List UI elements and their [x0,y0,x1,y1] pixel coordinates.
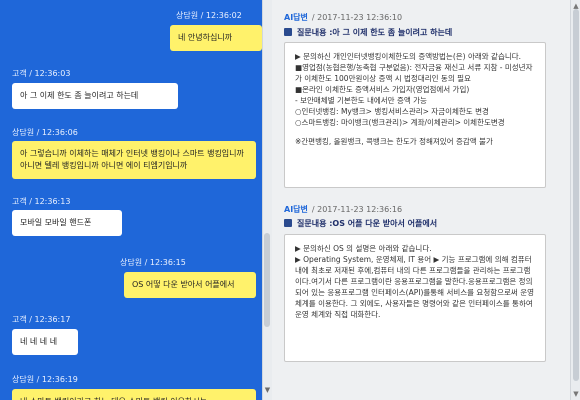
message-meta: 상담원 / 12:36:02 [176,11,242,20]
chat-message-list: 상담원 / 12:36:02 네 안녕하십니까 고객 / 12:36:03 아 … [0,0,262,400]
answer-line: - 보안매체별 기본한도 내에서만 증액 가능 [295,96,427,105]
answer-line: ■온라인 이체한도 증액서비스 가입자(영업점에서 가입) [295,85,470,94]
answer-line: ※간편뱅킹, 올원뱅크, 콕뱅크는 한도가 정해져있어 증감액 불가 [295,137,493,146]
message-meta: 고객 / 12:36:03 [12,69,71,78]
ai-pane-scrollbar[interactable]: ▲ ▼ [570,0,580,400]
message-meta: 고객 / 12:36:13 [12,197,71,206]
answer-line: ▶ Operating System, 운영체제, IT 용어 ▶ 기능 프로그… [295,255,535,319]
ai-question-text: 질문내용 :OS 어플 다운 받아서 어플에서 [297,219,438,228]
question-icon [284,28,292,36]
ai-question-text: 질문내용 :아 그 이제 한도 좀 늘이려고 하는데 [297,28,453,37]
message-meta: 상담원 / 12:36:19 [12,375,78,384]
answer-line: ■영업점(농협은행/농축협 구분없음): 전자금융 재신고 서류 지참 - 미성… [295,63,533,83]
chat-transcript-pane[interactable]: 상담원 / 12:36:02 네 안녕하십니까 고객 / 12:36:03 아 … [0,0,262,400]
message-meta: 상담원 / 12:36:06 [12,128,78,137]
ai-answer-box: ▶ 문의하신 개인인터넷뱅킹이체한도의 증액방법는(은) 아래와 같습니다. ■… [284,42,546,188]
customer-message-bubble: 네 네 네 네 [12,329,78,355]
question-icon [284,219,292,227]
ai-question-line: 질문내용 :OS 어플 다운 받아서 어플에서 [284,218,437,229]
answer-line: ○스마트뱅킹: 마이뱅크(뱅크관리)> 계좌/이체관리> 이체한도변경 [295,118,505,127]
chat-scrollbar[interactable]: ▼ [262,0,272,400]
agent-message-bubble: 네 안녕하십니까 [170,25,262,51]
ai-answer-box: ▶ 문의하신 OS 의 설명은 아래와 같습니다. ▶ Operating Sy… [284,234,546,362]
ai-question-line: 질문내용 :아 그 이제 한도 좀 늘이려고 하는데 [284,27,452,38]
message-meta: 상담원 / 12:36:15 [120,258,186,267]
ai-pane-scrollbar-thumb[interactable] [573,9,579,381]
agent-message-bubble: 네 스마트 뱅킹이라고 하노 데요 스마트 뱅킹 이요하시는 [12,389,256,400]
agent-message-bubble: OS 어떻 다운 받아서 어플에서 [124,272,256,298]
customer-message-bubble: 아 그 이제 한도 좀 늘이려고 하는데 [12,83,178,109]
agent-message-bubble: 아 그렇습니까 이체하는 매체가 인터넷 뱅킹이나 스마트 뱅킹입니까 아니면 … [12,141,256,179]
answer-line: ▶ 문의하신 OS 의 설명은 아래와 같습니다. [295,244,432,253]
chat-window: 상담원 / 12:36:02 네 안녕하십니까 고객 / 12:36:03 아 … [0,0,580,400]
scroll-down-arrow-icon[interactable]: ▼ [571,390,580,398]
scroll-down-arrow-icon[interactable]: ▼ [263,386,272,394]
ai-answer-timestamp: / 2017-11-23 12:36:16 [311,205,403,214]
ai-answer-header: AI답변/ 2017-11-23 12:36:16 [284,204,402,215]
answer-line: ○인터넷뱅킹: My뱅크> 뱅킹서비스관리> 자금이체한도 변경 [295,107,489,116]
answer-line: ▶ 문의하신 개인인터넷뱅킹이체한도의 증액방법는(은) 아래와 같습니다. [295,52,522,61]
message-meta: 고객 / 12:36:17 [12,315,71,324]
ai-answer-pane[interactable]: AI답변/ 2017-11-23 12:36:10 질문내용 :아 그 이제 한… [272,0,570,400]
ai-answer-label: AI답변 [284,13,308,22]
ai-answer-header: AI답변/ 2017-11-23 12:36:10 [284,12,402,23]
customer-message-bubble: 모바일 모바일 핸드폰 [12,210,122,236]
ai-answer-timestamp: / 2017-11-23 12:36:10 [311,13,403,22]
chat-scrollbar-thumb[interactable] [264,233,270,327]
ai-answer-label: AI답변 [284,205,308,214]
